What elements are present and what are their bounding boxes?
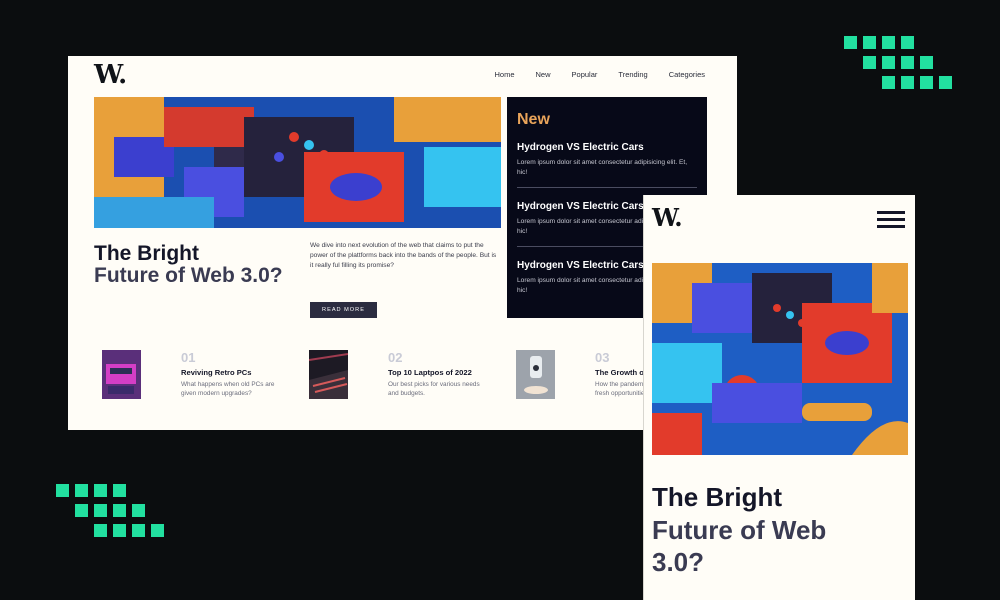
site-logo[interactable]: W.	[94, 60, 127, 90]
nav-home[interactable]: Home	[495, 70, 515, 79]
hero-image	[94, 97, 501, 228]
main-nav: Home New Popular Trending Categories	[495, 70, 706, 79]
card-item[interactable]: 01 Reviving Retro PCs What happens when …	[102, 350, 302, 400]
nav-popular[interactable]: Popular	[572, 70, 598, 79]
new-article-text: Lorem ipsum dolor sit amet consectetur a…	[517, 159, 688, 176]
new-panel-title: New	[517, 111, 550, 128]
card-thumbnail	[102, 350, 141, 399]
card-item[interactable]: 02 Top 10 Laptpos of 2022 Our best picks…	[309, 350, 509, 400]
nav-categories[interactable]: Categories	[669, 70, 705, 79]
menu-icon[interactable]	[877, 211, 905, 229]
headline-line-2: Future of Web 3.0?	[94, 264, 283, 288]
card-text: What happens when old PCs are given mode…	[181, 381, 275, 397]
card-number: 02	[388, 350, 403, 365]
nav-trending[interactable]: Trending	[618, 70, 647, 79]
mobile-headline: The Bright Future of Web 3.0?	[652, 481, 910, 579]
nav-new[interactable]: New	[536, 70, 551, 79]
card-number: 03	[595, 350, 610, 365]
mobile-logo[interactable]: W.	[652, 203, 683, 232]
mobile-preview: W. The Bright Future of Web 3.0?	[643, 195, 915, 600]
new-article-item[interactable]: Hydrogen VS Electric Cars Lorem ipsum do…	[517, 142, 697, 189]
mobile-headline-line-1: The Bright	[652, 482, 782, 512]
card-title[interactable]: Top 10 Laptpos of 2022	[388, 368, 472, 377]
featured-cards: 01 Reviving Retro PCs What happens when …	[102, 350, 737, 400]
mobile-hero-image	[652, 263, 908, 455]
mobile-headline-line-2: Future of Web	[652, 514, 827, 545]
card-text: Our best picks for various needs and bud…	[388, 381, 480, 397]
new-article-title[interactable]: Hydrogen VS Electric Cars	[517, 142, 697, 153]
card-thumbnail	[309, 350, 348, 399]
card-title[interactable]: Reviving Retro PCs	[181, 368, 251, 377]
mobile-headline-line-3: 3.0?	[652, 547, 705, 577]
hero-description: We dive into next evolution of the web t…	[310, 242, 497, 269]
headline-line-1: The Bright	[94, 242, 199, 265]
read-more-button[interactable]: READ MORE	[310, 302, 377, 318]
card-thumbnail	[516, 350, 555, 399]
hero-headline: The Bright Future of Web 3.0?	[94, 242, 294, 288]
desktop-preview: W. Home New Popular Trending Categories …	[68, 56, 737, 430]
card-number: 01	[181, 350, 196, 365]
